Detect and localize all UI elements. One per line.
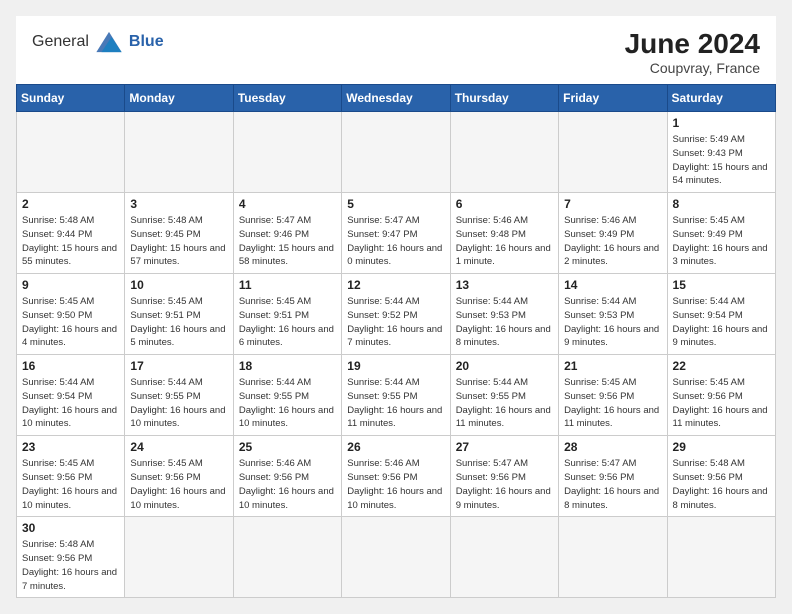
col-thursday: Thursday [450, 85, 558, 112]
day-10: 10 Sunrise: 5:45 AM Sunset: 9:51 PM Dayl… [125, 274, 233, 355]
empty-cell [233, 112, 341, 193]
calendar-row-6: 30 Sunrise: 5:48 AM Sunset: 9:56 PM Dayl… [17, 517, 776, 598]
day-18: 18 Sunrise: 5:44 AM Sunset: 9:55 PM Dayl… [233, 355, 341, 436]
day-15: 15 Sunrise: 5:44 AM Sunset: 9:54 PM Dayl… [667, 274, 775, 355]
month-year: June 2024 [625, 28, 760, 60]
col-monday: Monday [125, 85, 233, 112]
location: Coupvray, France [625, 60, 760, 76]
empty-cell [342, 112, 450, 193]
col-saturday: Saturday [667, 85, 775, 112]
title-block: June 2024 Coupvray, France [625, 28, 760, 76]
logo-icon [93, 28, 125, 56]
day-28: 28 Sunrise: 5:47 AM Sunset: 9:56 PM Dayl… [559, 436, 667, 517]
empty-cell [559, 112, 667, 193]
day-17: 17 Sunrise: 5:44 AM Sunset: 9:55 PM Dayl… [125, 355, 233, 436]
col-sunday: Sunday [17, 85, 125, 112]
day-19: 19 Sunrise: 5:44 AM Sunset: 9:55 PM Dayl… [342, 355, 450, 436]
empty-cell [559, 517, 667, 598]
day-30: 30 Sunrise: 5:48 AM Sunset: 9:56 PM Dayl… [17, 517, 125, 598]
day-14: 14 Sunrise: 5:44 AM Sunset: 9:53 PM Dayl… [559, 274, 667, 355]
day-13: 13 Sunrise: 5:44 AM Sunset: 9:53 PM Dayl… [450, 274, 558, 355]
day-7: 7 Sunrise: 5:46 AM Sunset: 9:49 PM Dayli… [559, 193, 667, 274]
day-1: 1 Sunrise: 5:49 AM Sunset: 9:43 PM Dayli… [667, 112, 775, 193]
page-header: General Blue June 2024 Coupvray, France [16, 16, 776, 84]
day-8: 8 Sunrise: 5:45 AM Sunset: 9:49 PM Dayli… [667, 193, 775, 274]
day-5: 5 Sunrise: 5:47 AM Sunset: 9:47 PM Dayli… [342, 193, 450, 274]
day-20: 20 Sunrise: 5:44 AM Sunset: 9:55 PM Dayl… [450, 355, 558, 436]
day-24: 24 Sunrise: 5:45 AM Sunset: 9:56 PM Dayl… [125, 436, 233, 517]
empty-cell [125, 112, 233, 193]
day-6: 6 Sunrise: 5:46 AM Sunset: 9:48 PM Dayli… [450, 193, 558, 274]
day-11: 11 Sunrise: 5:45 AM Sunset: 9:51 PM Dayl… [233, 274, 341, 355]
day-16: 16 Sunrise: 5:44 AM Sunset: 9:54 PM Dayl… [17, 355, 125, 436]
empty-cell [233, 517, 341, 598]
day-29: 29 Sunrise: 5:48 AM Sunset: 9:56 PM Dayl… [667, 436, 775, 517]
empty-cell [450, 112, 558, 193]
day-23: 23 Sunrise: 5:45 AM Sunset: 9:56 PM Dayl… [17, 436, 125, 517]
calendar-row-5: 23 Sunrise: 5:45 AM Sunset: 9:56 PM Dayl… [17, 436, 776, 517]
empty-cell [667, 517, 775, 598]
day-22: 22 Sunrise: 5:45 AM Sunset: 9:56 PM Dayl… [667, 355, 775, 436]
day-3: 3 Sunrise: 5:48 AM Sunset: 9:45 PM Dayli… [125, 193, 233, 274]
day-1-info: Sunrise: 5:49 AM Sunset: 9:43 PM Dayligh… [673, 133, 770, 188]
logo: General Blue [32, 28, 164, 56]
calendar-row-1: 1 Sunrise: 5:49 AM Sunset: 9:43 PM Dayli… [17, 112, 776, 193]
day-12: 12 Sunrise: 5:44 AM Sunset: 9:52 PM Dayl… [342, 274, 450, 355]
calendar-row-3: 9 Sunrise: 5:45 AM Sunset: 9:50 PM Dayli… [17, 274, 776, 355]
day-27: 27 Sunrise: 5:47 AM Sunset: 9:56 PM Dayl… [450, 436, 558, 517]
col-friday: Friday [559, 85, 667, 112]
empty-cell [125, 517, 233, 598]
day-21: 21 Sunrise: 5:45 AM Sunset: 9:56 PM Dayl… [559, 355, 667, 436]
calendar-row-4: 16 Sunrise: 5:44 AM Sunset: 9:54 PM Dayl… [17, 355, 776, 436]
logo-blue-text: Blue [129, 33, 164, 51]
empty-cell [17, 112, 125, 193]
empty-cell [342, 517, 450, 598]
col-wednesday: Wednesday [342, 85, 450, 112]
day-4: 4 Sunrise: 5:47 AM Sunset: 9:46 PM Dayli… [233, 193, 341, 274]
day-2: 2 Sunrise: 5:48 AM Sunset: 9:44 PM Dayli… [17, 193, 125, 274]
day-25: 25 Sunrise: 5:46 AM Sunset: 9:56 PM Dayl… [233, 436, 341, 517]
day-9: 9 Sunrise: 5:45 AM Sunset: 9:50 PM Dayli… [17, 274, 125, 355]
logo-text: General [32, 33, 89, 51]
calendar-table: Sunday Monday Tuesday Wednesday Thursday… [16, 84, 776, 598]
calendar-header-row: Sunday Monday Tuesday Wednesday Thursday… [17, 85, 776, 112]
calendar-row-2: 2 Sunrise: 5:48 AM Sunset: 9:44 PM Dayli… [17, 193, 776, 274]
empty-cell [450, 517, 558, 598]
day-26: 26 Sunrise: 5:46 AM Sunset: 9:56 PM Dayl… [342, 436, 450, 517]
col-tuesday: Tuesday [233, 85, 341, 112]
